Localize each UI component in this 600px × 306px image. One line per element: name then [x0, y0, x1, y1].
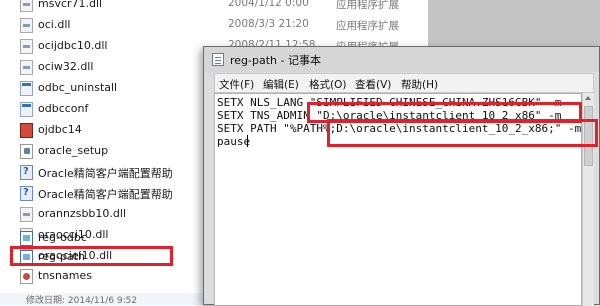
file-date: 2004/1/12 0:00: [228, 0, 309, 9]
menu-format[interactable]: 格式(O): [309, 77, 346, 92]
batch-icon: [20, 144, 33, 159]
file-name: oracle_setup: [38, 144, 109, 157]
highlight-box-reg-path: [10, 246, 173, 266]
dll-icon: [20, 0, 33, 12]
highlight-box-path: [327, 119, 598, 147]
file-name: ocijdbc10.dll: [38, 39, 108, 52]
exe-icon: [20, 102, 33, 117]
file-name: ociw32.dll: [38, 60, 94, 73]
file-name: ojdbc14: [38, 123, 82, 136]
menu-edit[interactable]: 编辑(E): [263, 77, 299, 92]
help-icon: [20, 186, 33, 201]
dll-icon: [20, 207, 33, 222]
help-icon: [20, 165, 33, 180]
file-date: 2008/3/3 21:20: [228, 18, 309, 30]
notepad-window[interactable]: reg-path - 记事本 文件(F) 编辑(E) 格式(O) 查看(V) 帮…: [203, 46, 600, 306]
menu-bar: 文件(F) 编辑(E) 格式(O) 查看(V) 帮助(H): [214, 73, 594, 93]
menu-help[interactable]: 帮助(H): [401, 77, 438, 92]
dll-icon: [20, 60, 33, 75]
window-title: reg-path - 记事本: [230, 54, 321, 67]
oracle-icon: [20, 269, 33, 284]
jar-icon: [20, 123, 33, 138]
file-name: odbc_uninstall: [38, 81, 118, 94]
dll-icon: [20, 18, 33, 33]
file-name: Oracle精简客户端配置帮助: [38, 167, 173, 180]
dll-icon: [20, 39, 33, 54]
file-name: msvcr71.dll: [38, 0, 103, 10]
text-cursor: [247, 135, 248, 147]
file-name: tnsnames: [38, 269, 92, 282]
menu-file[interactable]: 文件(F): [219, 77, 254, 92]
scroll-up-icon[interactable]: [585, 96, 591, 100]
file-row[interactable]: msvcr71.dll 2004/1/12 0:00 应用程序扩展: [20, 0, 470, 14]
reg-icon: [20, 231, 33, 246]
exe-icon: [20, 81, 33, 96]
file-name: orannzsbb10.dll: [38, 207, 126, 220]
notepad-icon: [212, 53, 224, 66]
file-type: 应用程序扩展: [336, 0, 399, 11]
file-name: odbcconf: [38, 102, 89, 115]
file-name: oci.dll: [38, 18, 71, 31]
menu-view[interactable]: 查看(V): [355, 77, 391, 92]
file-name: Oracle精简客户端配置帮助: [38, 188, 173, 201]
file-name: reg-odbc: [38, 231, 87, 244]
file-row[interactable]: oci.dll 2008/3/3 21:20 应用程序扩展: [20, 15, 470, 35]
text-line: pause: [217, 135, 251, 148]
notepad-titlebar[interactable]: reg-path - 记事本: [204, 47, 599, 72]
status-bar: 修改日期: 2014/11/6 9:52: [0, 293, 210, 305]
file-type: 应用程序扩展: [336, 20, 399, 32]
